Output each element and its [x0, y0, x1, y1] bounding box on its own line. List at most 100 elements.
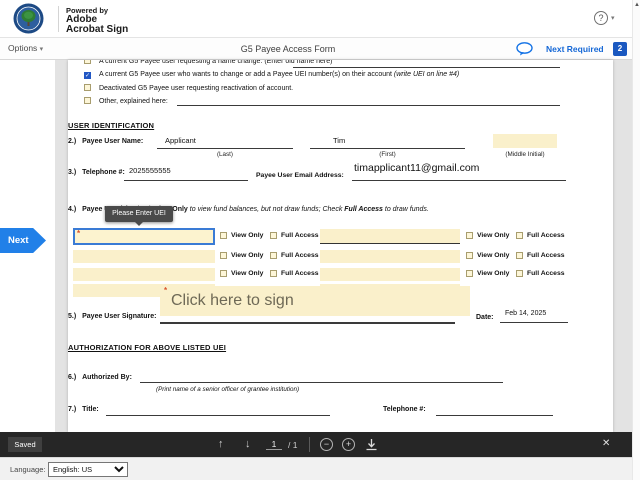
acrobat-sign-window: Powered by Adobe Acrobat Sign ? ▾ Option…: [0, 0, 640, 480]
page-total-label: / 1: [288, 440, 298, 450]
agency-seal-logo: [13, 3, 44, 34]
full-access-checkbox[interactable]: [516, 232, 523, 239]
language-select[interactable]: English: US: [48, 462, 128, 477]
view-only-checkbox[interactable]: [220, 232, 227, 239]
last-name-caption: (Last): [216, 151, 234, 158]
uei-field-2-left[interactable]: [73, 250, 215, 263]
pdf-page: A current G5 Payee user requesting a nam…: [68, 60, 613, 432]
app-header: Powered by Adobe Acrobat Sign ? ▾: [0, 0, 632, 38]
last-name-line: [157, 148, 293, 149]
field-tooltip: Please Enter UEI: [105, 206, 173, 226]
zoom-out-icon[interactable]: −: [320, 438, 333, 451]
view-only-label: View Only: [477, 252, 510, 259]
intro-option-text: A current G5 Payee user who wants to cha…: [98, 71, 392, 78]
intro-option-text: Other, explained here:: [98, 98, 168, 105]
toolbar-divider: [309, 437, 310, 452]
checkbox-unchecked[interactable]: [84, 97, 91, 104]
middle-initial-field[interactable]: [493, 134, 557, 148]
q7-phone-line: [436, 415, 553, 416]
brand-acrobat-sign: Acrobat Sign: [66, 24, 129, 35]
help-chevron-down-icon[interactable]: ▾: [611, 14, 615, 22]
full-access-checkbox[interactable]: [516, 270, 523, 277]
last-name-value[interactable]: Applicant: [165, 136, 196, 145]
telephone-line: [124, 180, 248, 181]
first-name-value[interactable]: Tim: [333, 136, 345, 145]
middle-initial-caption: (Middle Initial): [505, 151, 545, 158]
full-access-label: Full Access: [281, 232, 319, 239]
required-asterisk: *: [77, 229, 81, 238]
full-access-checkbox[interactable]: [516, 252, 523, 259]
zoom-in-icon[interactable]: +: [342, 438, 355, 451]
other-explained-line: [177, 105, 560, 106]
full-access-checkbox[interactable]: [270, 270, 277, 277]
date-value[interactable]: Feb 14, 2025: [505, 310, 546, 317]
title-line: [106, 415, 330, 416]
uei-field-3-left[interactable]: [73, 268, 215, 281]
view-only-checkbox[interactable]: [466, 252, 473, 259]
page-down-icon[interactable]: ↓: [245, 438, 251, 450]
signature-cta: Click here to sign: [171, 292, 294, 309]
page-number-input[interactable]: 1: [266, 439, 282, 450]
full-access-checkbox[interactable]: [270, 232, 277, 239]
full-access-label: Full Access: [527, 252, 565, 259]
checkbox-unchecked[interactable]: [84, 60, 91, 64]
view-only-checkbox[interactable]: [220, 270, 227, 277]
full-access-label: Full Access: [527, 270, 565, 277]
signature-line: [160, 322, 455, 324]
email-value[interactable]: timapplicant11@gmail.com: [354, 162, 479, 174]
header-divider: [58, 6, 59, 32]
uei-field-1-right[interactable]: [320, 229, 460, 244]
first-name-line: [310, 148, 465, 149]
page-up-icon[interactable]: ↑: [218, 438, 224, 450]
intro-option-text: A current G5 Payee user requesting a nam…: [98, 60, 333, 65]
uei-field-3-right[interactable]: [320, 268, 460, 281]
view-only-label: View Only: [477, 270, 510, 277]
view-only-checkbox[interactable]: [466, 270, 473, 277]
full-access-label: Full Access: [527, 232, 565, 239]
scrollbar-up-icon[interactable]: ▲: [634, 2, 640, 8]
date-line: [500, 322, 568, 323]
help-icon[interactable]: ?: [594, 11, 608, 25]
saved-status-badge: Saved: [8, 437, 42, 452]
view-only-label: View Only: [477, 232, 510, 239]
download-icon[interactable]: [365, 438, 378, 451]
intro-option-row: ✓ A current G5 Payee user who wants to c…: [84, 71, 459, 79]
uei-field-1-left[interactable]: *: [73, 228, 215, 245]
q7-label: 7.) Title:: [68, 406, 99, 413]
intro-option-row: Other, explained here:: [84, 97, 168, 105]
checkbox-unchecked[interactable]: [84, 84, 91, 91]
window-scrollbar[interactable]: ▲: [632, 0, 640, 480]
email-label: Payee User Email Address:: [256, 172, 344, 179]
intro-option-row: Deactivated G5 Payee user requesting rea…: [84, 84, 293, 92]
uei-field-2-right[interactable]: [320, 250, 460, 263]
telephone-value[interactable]: 2025555555: [129, 166, 171, 175]
next-required-link[interactable]: Next Required: [546, 44, 604, 54]
document-title: G5 Payee Access Form: [240, 44, 336, 54]
first-name-caption: (First): [379, 151, 396, 158]
intro-option-note: (write UEI on line #4): [391, 71, 460, 78]
intro-option-row: A current G5 Payee user requesting a nam…: [84, 60, 332, 65]
document-toolbar: Options ▾ G5 Payee Access Form Next Requ…: [0, 38, 632, 60]
full-access-label: Full Access: [281, 270, 319, 277]
name-change-line: [293, 67, 560, 68]
checkbox-checked[interactable]: ✓: [84, 72, 91, 79]
close-icon[interactable]: ✕: [602, 438, 610, 449]
email-line: [352, 180, 566, 181]
viewer-bottom-bar: Saved ↑ ↓ 1 / 1 − + ✕: [0, 432, 632, 457]
q7-phone-label: Telephone #:: [383, 406, 426, 413]
date-label: Date:: [476, 314, 494, 321]
next-field-button[interactable]: Next: [0, 228, 46, 253]
full-access-checkbox[interactable]: [270, 252, 277, 259]
view-only-checkbox[interactable]: [466, 232, 473, 239]
q3-label: 3.) Telephone #:: [68, 169, 125, 176]
view-only-checkbox[interactable]: [220, 252, 227, 259]
section-heading-user-identification: USER IDENTIFICATION: [68, 121, 155, 130]
message-icon[interactable]: [516, 42, 533, 56]
footer-bar: Language: English: US: [0, 457, 632, 480]
full-access-label: Full Access: [281, 252, 319, 259]
intro-option-text: Deactivated G5 Payee user requesting rea…: [98, 85, 294, 92]
view-only-label: View Only: [231, 232, 264, 239]
signature-field[interactable]: * Click here to sign: [160, 286, 470, 316]
q5-label: 5.) Payee User Signature:: [68, 313, 157, 320]
authorized-by-line: [140, 382, 503, 383]
